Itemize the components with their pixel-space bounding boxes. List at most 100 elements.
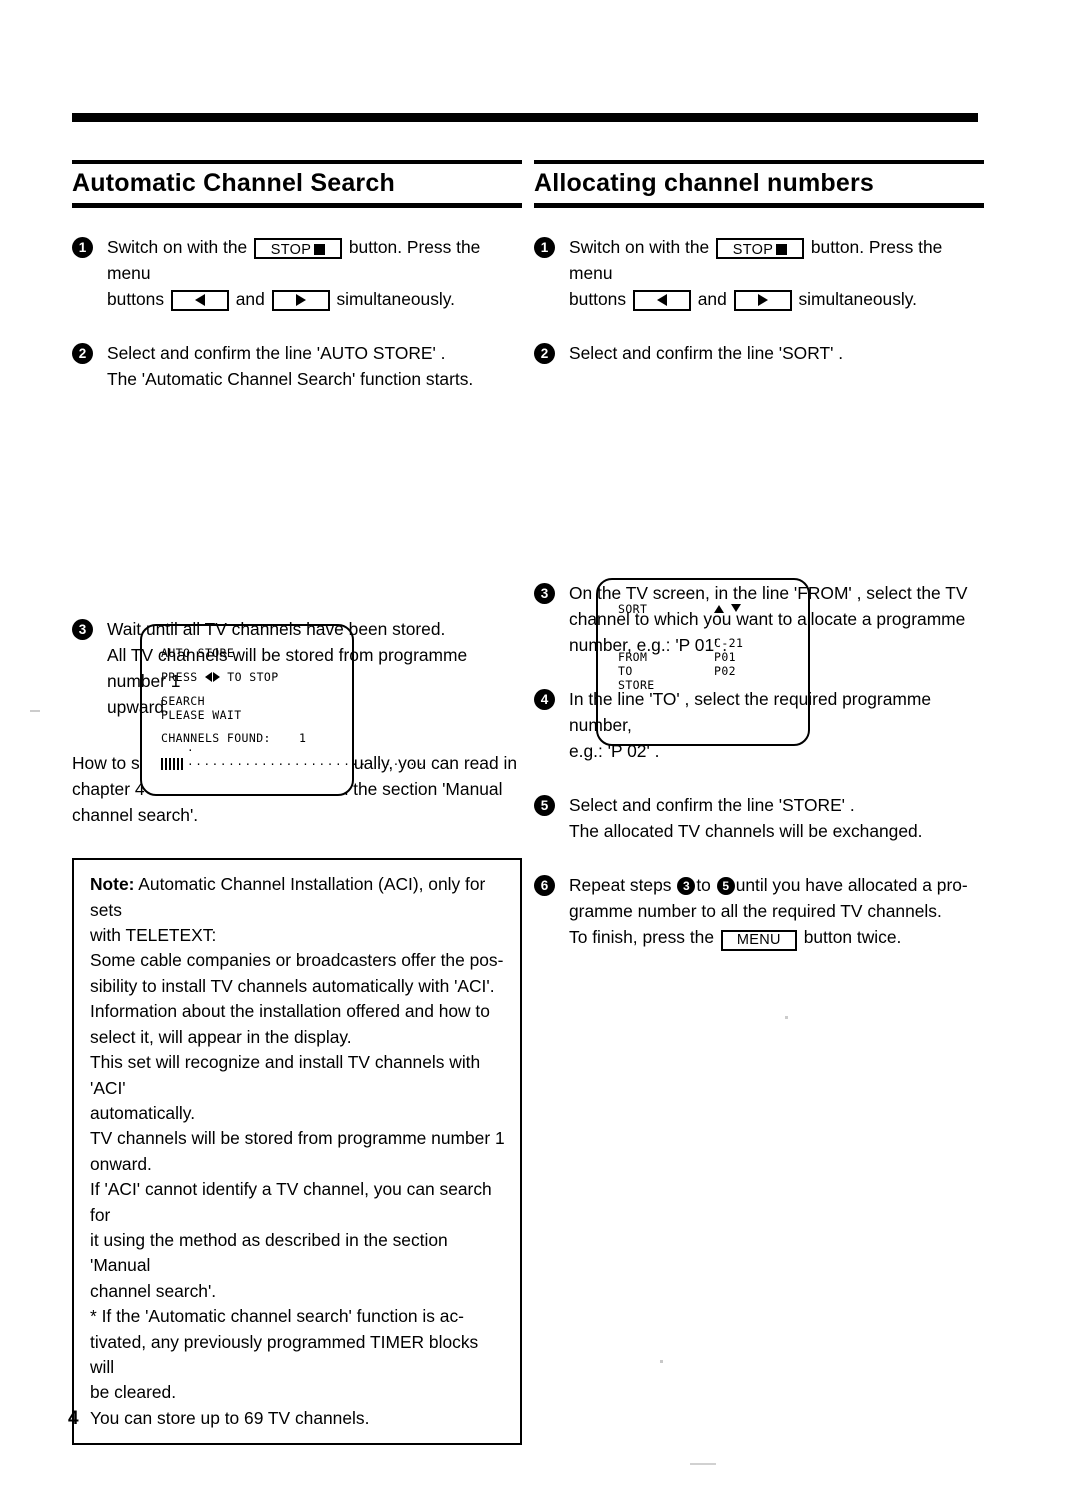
menu-right-button-key[interactable] — [271, 290, 330, 312]
right-step-5: 5 Select and confirm the line 'STORE' . … — [534, 792, 984, 844]
step-number-3: 3 — [72, 619, 93, 641]
note-line-14: tivated, any previously programmed TIMER… — [90, 1331, 479, 1377]
triangle-right-icon — [757, 294, 768, 307]
menu-left-button-key[interactable] — [632, 290, 691, 312]
step-number-6: 6 — [534, 875, 555, 897]
step-1-text-part1: Switch on with the — [569, 237, 710, 258]
left-tv-screen-wrapper: AUTO STORE PRESS TO STOP SEARCH PLEASE W… — [72, 406, 522, 797]
heading-rule-bottom — [534, 203, 984, 209]
note-box: Note: Automatic Channel Installation (AC… — [72, 858, 522, 1446]
left-column: Automatic Channel Search 1 Switch on wit… — [72, 160, 522, 1446]
note-line-7: automatically. — [90, 1102, 196, 1123]
step-1-text-part4: and — [697, 289, 727, 310]
step-1-text-part5: simultaneously. — [336, 289, 456, 310]
heading-rule-bottom — [72, 203, 522, 209]
right-step-2: 2 Select and confirm the line 'SORT' . — [534, 340, 984, 366]
stop-button-key[interactable]: STOP — [254, 238, 343, 260]
note-line-16: You can store up to 69 TV channels. — [90, 1407, 370, 1428]
step-6-part1: Repeat steps — [569, 875, 672, 896]
scan-artifact-left — [30, 710, 40, 712]
left-step-1: 1 Switch on with the STOP button. Press … — [72, 234, 522, 312]
step-1-text-part3: buttons — [569, 289, 627, 310]
scan-artifact-bottom — [690, 1463, 716, 1465]
menu-right-button-key[interactable] — [733, 290, 792, 312]
step-1-text-part1: Switch on with the — [107, 237, 248, 258]
step-1-text-part3: buttons — [107, 289, 165, 310]
right-step-6: 6 Repeat steps 3 to 5 until you have alloc… — [534, 872, 984, 952]
note-line-2: Some cable companies or broadcasters off… — [90, 950, 504, 971]
step-ref-to: 5 — [716, 877, 735, 896]
manual-para-part4: channel search'. — [72, 805, 199, 826]
step-1-text-part5: simultaneously. — [798, 289, 918, 310]
step-3-line-3: number, e.g.: 'P 01' . — [569, 635, 728, 656]
note-line-10: If 'ACI' cannot identify a TV channel, y… — [90, 1179, 492, 1225]
menu-left-button-key[interactable] — [170, 290, 229, 312]
step-6-part5: button twice. — [803, 927, 902, 948]
note-line-12: channel search'. — [90, 1280, 217, 1301]
left-heading-block: Automatic Channel Search — [72, 160, 522, 209]
tv-sort-row-to: TO P02 — [618, 664, 792, 678]
page-title-right: Allocating channel numbers — [534, 169, 874, 197]
step-number-2: 2 — [72, 343, 93, 365]
step-number-3: 3 — [534, 583, 555, 605]
progress-dots: . ............................. — [187, 741, 426, 769]
step-number-2: 2 — [534, 343, 555, 365]
step-2-line-2: The 'Automatic Channel Search' function … — [107, 369, 474, 390]
document-page: Automatic Channel Search 1 Switch on wit… — [0, 0, 1080, 1505]
tv-sort-label-to: TO — [618, 664, 633, 679]
page-number: 4 — [68, 1408, 79, 1429]
step-2-line-1: Select and confirm the line 'AUTO STORE'… — [107, 343, 446, 364]
note-label: Note: — [90, 874, 135, 895]
stop-square-icon — [776, 244, 788, 256]
step-1-text-part4: and — [235, 289, 265, 310]
step-4-line-2: e.g.: 'P 02' . — [569, 741, 660, 762]
right-step-4: 4 In the line 'TO' , select the required… — [534, 686, 984, 764]
step-ref-from: 3 — [677, 877, 696, 896]
triangle-left-icon — [194, 294, 205, 307]
note-line-4: Information about the installation offer… — [90, 1001, 490, 1022]
step-3-line-2: channel to which you want to allocate a … — [569, 609, 966, 630]
right-column: Allocating channel numbers 1 Switch on w… — [534, 160, 984, 973]
step-number-4: 4 — [534, 689, 555, 711]
page-title-left: Automatic Channel Search — [72, 169, 395, 197]
tv-sort-value-to: P02 — [714, 664, 736, 679]
note-line-13: * If the 'Automatic channel search' func… — [90, 1306, 464, 1327]
right-heading-block: Allocating channel numbers — [534, 160, 984, 209]
step-3-line-1: On the TV screen, in the line 'FROM' , s… — [569, 583, 968, 604]
step-number-1: 1 — [72, 237, 93, 259]
top-rule — [72, 113, 978, 122]
triangle-left-icon — [656, 294, 667, 307]
step-5-line-1: Select and confirm the line 'STORE' . — [569, 795, 855, 816]
stop-button-key[interactable]: STOP — [716, 238, 805, 260]
step-6-part2: to — [696, 875, 711, 896]
note-line-3: sibility to install TV channels automati… — [90, 975, 495, 996]
step-3-line-2: All TV channels will be stored from prog… — [107, 645, 468, 692]
menu-button-key[interactable]: MENU — [720, 930, 797, 952]
manual-para-part3: in the section 'Manual — [334, 779, 503, 800]
note-line-1: with TELETEXT: — [90, 925, 217, 946]
note-line-0: Automatic Channel Installation (ACI), on… — [90, 874, 486, 920]
step-3-line-3: upward. — [107, 697, 169, 718]
right-tv-screen-wrapper: SORT C-21 FROM P01 TO P02 STORE — [534, 380, 984, 747]
step-2-line-1: Select and confirm the line 'SORT' . — [569, 343, 844, 364]
tv-progress-bar: . ............................. — [161, 741, 424, 771]
step-6-line-2: gramme number to all the required TV cha… — [569, 901, 942, 922]
step-5-line-2: The allocated TV channels will be exchan… — [569, 821, 923, 842]
left-step-3: 3 Wait until all TV channels have been s… — [72, 616, 522, 720]
step-number-5: 5 — [534, 795, 555, 817]
scan-artifact-right — [785, 1016, 788, 1019]
triangle-right-icon — [295, 294, 306, 307]
step-3-line-1: Wait until all TV channels have been sto… — [107, 619, 446, 640]
note-line-6: This set will recognize and install TV c… — [90, 1052, 481, 1098]
step-4-line-1: In the line 'TO' , select the required p… — [569, 689, 932, 736]
note-line-5: select it, will appear in the display. — [90, 1026, 352, 1047]
note-line-9: onward. — [90, 1153, 152, 1174]
note-line-15: be cleared. — [90, 1382, 177, 1403]
step-6-part4: To finish, press the — [569, 927, 714, 948]
manual-para-part2: chapter 4 — [72, 779, 145, 800]
note-line-11: it using the method as described in the … — [90, 1229, 448, 1276]
right-step-3: 3 On the TV screen, in the line 'FROM' ,… — [534, 580, 984, 658]
step-6-part3: until you have allocated a pro- — [735, 875, 968, 896]
note-line-8: TV channels will be stored from programm… — [90, 1128, 505, 1149]
step-number-1: 1 — [534, 237, 555, 259]
